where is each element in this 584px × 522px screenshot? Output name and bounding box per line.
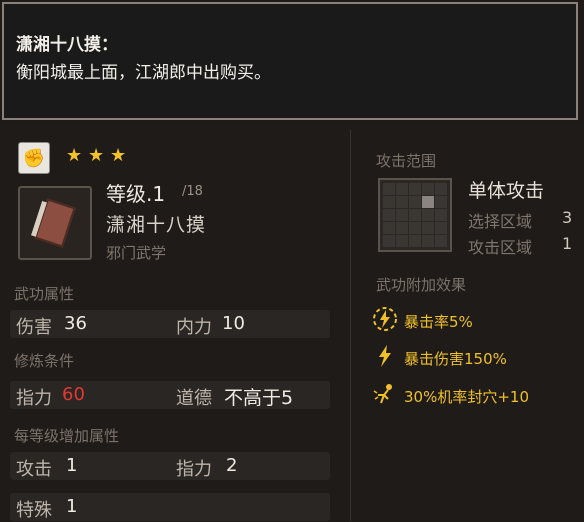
effect-text: 30%机率封穴+10 [404, 388, 529, 406]
stat-label: 攻击 [16, 459, 52, 480]
stat-label: 内力 [176, 317, 212, 338]
stat-value: 10 [222, 313, 245, 334]
stat-row [10, 493, 330, 521]
attack-type: 单体攻击 [468, 180, 545, 202]
stat-value: 36 [64, 313, 87, 334]
skill-book-icon [18, 186, 92, 260]
skill-name: 潇湘十八摸 [106, 214, 207, 236]
star-icon: ★ [88, 145, 105, 166]
panel-divider [350, 130, 351, 521]
stat-row [10, 310, 330, 338]
lightning-icon [372, 343, 398, 369]
star-icon: ★ [110, 145, 127, 166]
effect-text: 暴击率5% [404, 313, 473, 331]
stat-value: 1 [66, 496, 78, 517]
select-area-value: 3 [562, 208, 573, 227]
effect-text: 暴击伤害150% [404, 350, 507, 368]
lightning-circle-icon [372, 306, 398, 332]
section-title-per-level: 每等级增加属性 [14, 427, 120, 445]
attack-area-label: 攻击区域 [468, 238, 533, 257]
stat-label: 特殊 [16, 500, 52, 521]
stat-value: 1 [66, 455, 78, 476]
select-area-label: 选择区域 [468, 212, 533, 231]
section-title-attack-range: 攻击范围 [376, 152, 437, 170]
skill-category: 邪门武学 [106, 244, 167, 262]
star-icon: ★ [66, 145, 83, 166]
stat-value: 2 [226, 455, 238, 476]
stat-label: 指力 [16, 388, 52, 409]
attack-range-grid [378, 178, 452, 252]
stat-label: 指力 [176, 459, 212, 480]
stat-value: 不高于5 [224, 387, 294, 409]
stat-label: 道德 [176, 388, 212, 409]
description-tooltip: 潇湘十八摸： 衡阳城最上面，江湖郎中出购买。 [2, 2, 578, 120]
section-title-effects: 武功附加效果 [376, 276, 467, 294]
tooltip-description: 衡阳城最上面，江湖郎中出购买。 [16, 63, 271, 83]
acupoint-icon [372, 381, 398, 407]
section-title-requirements: 修炼条件 [14, 352, 75, 370]
attack-area-value: 1 [562, 234, 573, 253]
section-title-martial-attrs: 武功属性 [14, 285, 75, 303]
stat-label: 伤害 [16, 317, 52, 338]
weapon-type-icon: ✊ [18, 142, 50, 174]
stat-row [10, 452, 330, 480]
skill-level-max: /18 [182, 184, 203, 199]
tooltip-title: 潇湘十八摸： [16, 35, 118, 55]
stat-value-unmet: 60 [62, 384, 85, 405]
skill-level: 等级.1 [106, 182, 166, 206]
